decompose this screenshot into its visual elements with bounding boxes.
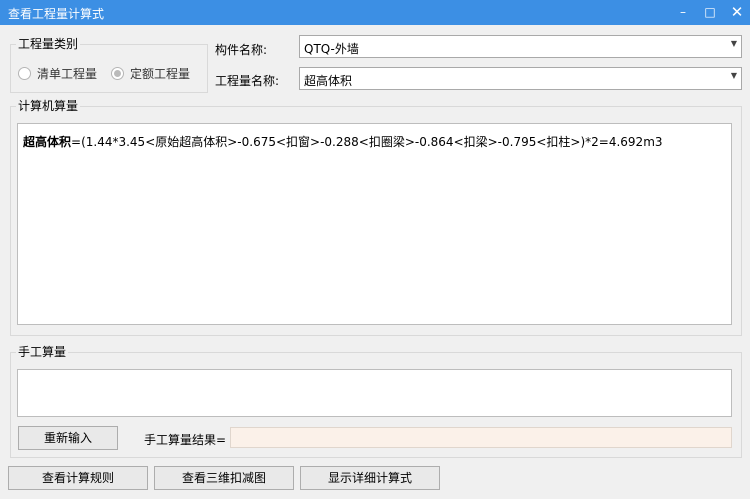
- quantity-name-value: 超高体积: [304, 74, 353, 88]
- radio-bill-quantity[interactable]: 清单工程量: [18, 65, 97, 82]
- component-name-select[interactable]: QTQ-外墙 ▼: [299, 35, 742, 58]
- category-group-label: 工程量类别: [16, 35, 81, 52]
- window-title: 查看工程量计算式: [8, 7, 105, 21]
- minimize-button[interactable]: –: [668, 0, 698, 25]
- quantity-name-label: 工程量名称:: [215, 74, 280, 88]
- manual-calc-input[interactable]: [17, 369, 732, 417]
- reinput-button[interactable]: 重新输入: [18, 426, 118, 450]
- quantity-name-select[interactable]: 超高体积 ▼: [299, 67, 742, 90]
- formula-body: =(1.44*3.45<原始超高体积>-0.675<扣窗>-0.288<扣圈梁>…: [71, 135, 663, 149]
- close-button[interactable]: ✕: [722, 0, 750, 25]
- calc-formula: 超高体积=(1.44*3.45<原始超高体积>-0.675<扣窗>-0.288<…: [23, 133, 663, 150]
- chevron-down-icon: ▼: [730, 39, 737, 48]
- radio-bill-quantity-label: 清单工程量: [37, 67, 98, 81]
- manual-calc-label: 手工算量: [16, 343, 69, 360]
- maximize-button[interactable]: □: [695, 0, 725, 25]
- radio-quota-quantity[interactable]: 定额工程量: [111, 65, 190, 82]
- component-name-value: QTQ-外墙: [304, 42, 359, 56]
- view-3d-deduction-button[interactable]: 查看三维扣减图: [154, 466, 294, 490]
- manual-result-field[interactable]: [230, 427, 732, 448]
- radio-quota-quantity-label: 定额工程量: [130, 67, 191, 81]
- show-detail-formula-button[interactable]: 显示详细计算式: [300, 466, 440, 490]
- formula-name: 超高体积: [23, 135, 72, 149]
- component-name-label: 构件名称:: [215, 43, 268, 57]
- radio-bill-quantity-circle[interactable]: [18, 67, 31, 80]
- view-rules-button[interactable]: 查看计算规则: [8, 466, 148, 490]
- computer-calc-label: 计算机算量: [16, 97, 81, 114]
- computer-calc-formula-box[interactable]: 超高体积=(1.44*3.45<原始超高体积>-0.675<扣窗>-0.288<…: [17, 123, 732, 325]
- chevron-down-icon: ▼: [730, 71, 737, 80]
- title-bar: 查看工程量计算式 – □ ✕: [0, 0, 750, 25]
- radio-quota-quantity-circle[interactable]: [111, 67, 124, 80]
- manual-result-label: 手工算量结果=: [144, 433, 227, 447]
